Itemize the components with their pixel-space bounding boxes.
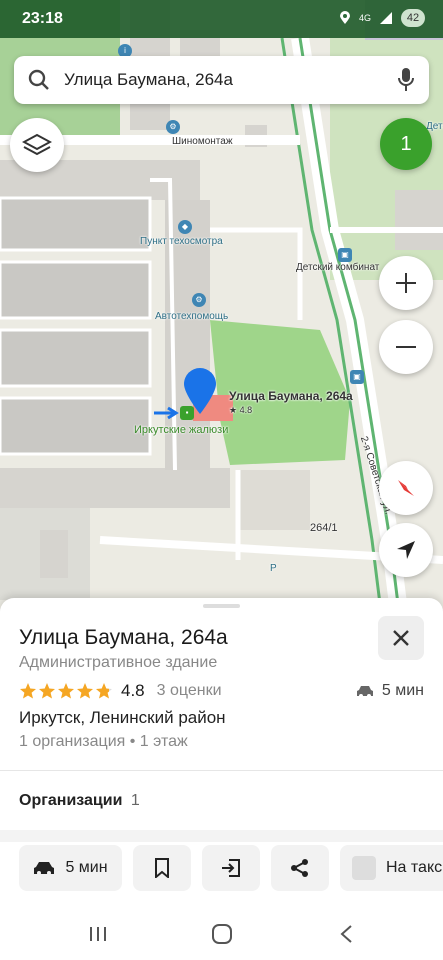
recent-apps-button[interactable] — [86, 922, 110, 946]
map-label-inspection[interactable]: Пункт техосмотра — [140, 236, 223, 247]
home-icon — [212, 924, 232, 944]
back-button[interactable] — [334, 922, 358, 946]
map-label-autohelp[interactable]: Автотехпомощь — [155, 311, 228, 322]
star-icon — [96, 683, 112, 699]
route-time: 5 мин — [65, 859, 108, 876]
recents-icon — [90, 927, 106, 941]
place-type: Административное здание — [19, 654, 218, 671]
star-icon — [58, 683, 74, 699]
action-bar: 5 мин На такс — [0, 845, 443, 893]
star-icon — [39, 683, 55, 699]
signal-icon — [380, 12, 392, 24]
poi-inspection-icon[interactable]: ◆ — [178, 220, 192, 234]
enter-button[interactable] — [202, 845, 260, 891]
place-org-info: 1 организация • 1 этаж — [19, 733, 188, 750]
search-bar[interactable]: Улица Баумана, 264а — [14, 56, 429, 104]
bookmark-icon — [155, 858, 169, 878]
zoom-out-button[interactable] — [379, 320, 433, 374]
status-bar: 23:18 4G 42 — [0, 0, 443, 38]
rating-value: 4.8 — [121, 681, 145, 700]
selected-place-marker[interactable] — [182, 366, 218, 416]
car-icon — [356, 686, 373, 698]
car-icon — [34, 862, 55, 875]
arrow-icon — [154, 406, 179, 420]
rating-row[interactable]: 4.8 3 оценки — [19, 680, 222, 702]
bus-stop-icon[interactable]: ▣ — [350, 370, 364, 384]
close-icon — [393, 630, 409, 646]
organizations-label: Организации — [19, 792, 123, 809]
taxi-label: На такс — [386, 859, 443, 876]
layers-button[interactable] — [10, 118, 64, 172]
divider — [0, 770, 443, 771]
drive-time[interactable]: 5 мин — [356, 682, 424, 700]
star-icon — [20, 683, 36, 699]
plus-icon — [396, 273, 416, 293]
login-icon — [222, 859, 240, 877]
network-label: 4G — [358, 13, 371, 23]
zoom-in-button[interactable] — [379, 256, 433, 310]
status-time: 23:18 — [22, 10, 63, 27]
map-view[interactable]: Шиномонтаж Пункт техосмотра Автотехпомощ… — [0, 0, 443, 620]
system-nav-bar — [0, 908, 443, 960]
layers-icon — [22, 133, 52, 156]
organizations-count: 1 — [130, 792, 140, 809]
taxi-button[interactable]: На такс — [340, 845, 443, 891]
share-button[interactable] — [271, 845, 329, 891]
map-label-parking: P — [270, 563, 277, 574]
poi-tire-icon[interactable]: ⚙ — [166, 120, 180, 134]
search-icon[interactable] — [28, 69, 50, 91]
battery-icon: 42 — [401, 9, 425, 27]
map-pin-icon — [184, 368, 216, 414]
search-input[interactable]: Улица Баумана, 264а — [64, 70, 397, 90]
my-location-button[interactable] — [379, 523, 433, 577]
navigation-arrow-icon — [397, 541, 415, 559]
map-label-kindergarten[interactable]: Детский комбинат — [296, 262, 379, 273]
share-icon — [291, 859, 308, 877]
rating-count[interactable]: 3 оценки — [157, 682, 222, 700]
map-label-blinds[interactable]: Иркутские жалюзи — [134, 424, 228, 436]
section-gap — [0, 830, 443, 842]
microphone-icon[interactable] — [397, 67, 415, 93]
home-button[interactable] — [210, 922, 234, 946]
close-button[interactable] — [378, 616, 424, 660]
back-icon — [340, 925, 352, 943]
compass-icon — [398, 480, 414, 496]
user-badge[interactable]: 1 — [380, 118, 432, 170]
star-icon — [77, 683, 93, 699]
organizations-row[interactable]: Организации 1 — [19, 792, 140, 810]
location-icon — [339, 11, 350, 24]
taxi-icon — [352, 856, 376, 880]
drive-time-value: 5 мин — [381, 682, 424, 699]
marker-rating: ★ 4.8 — [229, 405, 253, 415]
map-label-building: 264/1 — [310, 522, 338, 534]
bus-stop-icon[interactable]: ▣ — [338, 248, 352, 262]
rating-stars — [19, 682, 113, 700]
compass-button[interactable] — [379, 461, 433, 515]
poi-autohelp-icon[interactable]: ⚙ — [192, 293, 206, 307]
marker-title[interactable]: Улица Баумана, 264а — [229, 389, 353, 403]
route-button[interactable]: 5 мин — [19, 845, 122, 891]
map-label-tire[interactable]: Шиномонтаж — [172, 136, 233, 147]
place-title: Улица Баумана, 264а — [19, 626, 228, 649]
minus-icon — [396, 346, 416, 348]
place-address: Иркутск, Ленинский район — [19, 708, 226, 727]
bookmark-button[interactable] — [133, 845, 191, 891]
drag-handle[interactable] — [203, 604, 240, 608]
